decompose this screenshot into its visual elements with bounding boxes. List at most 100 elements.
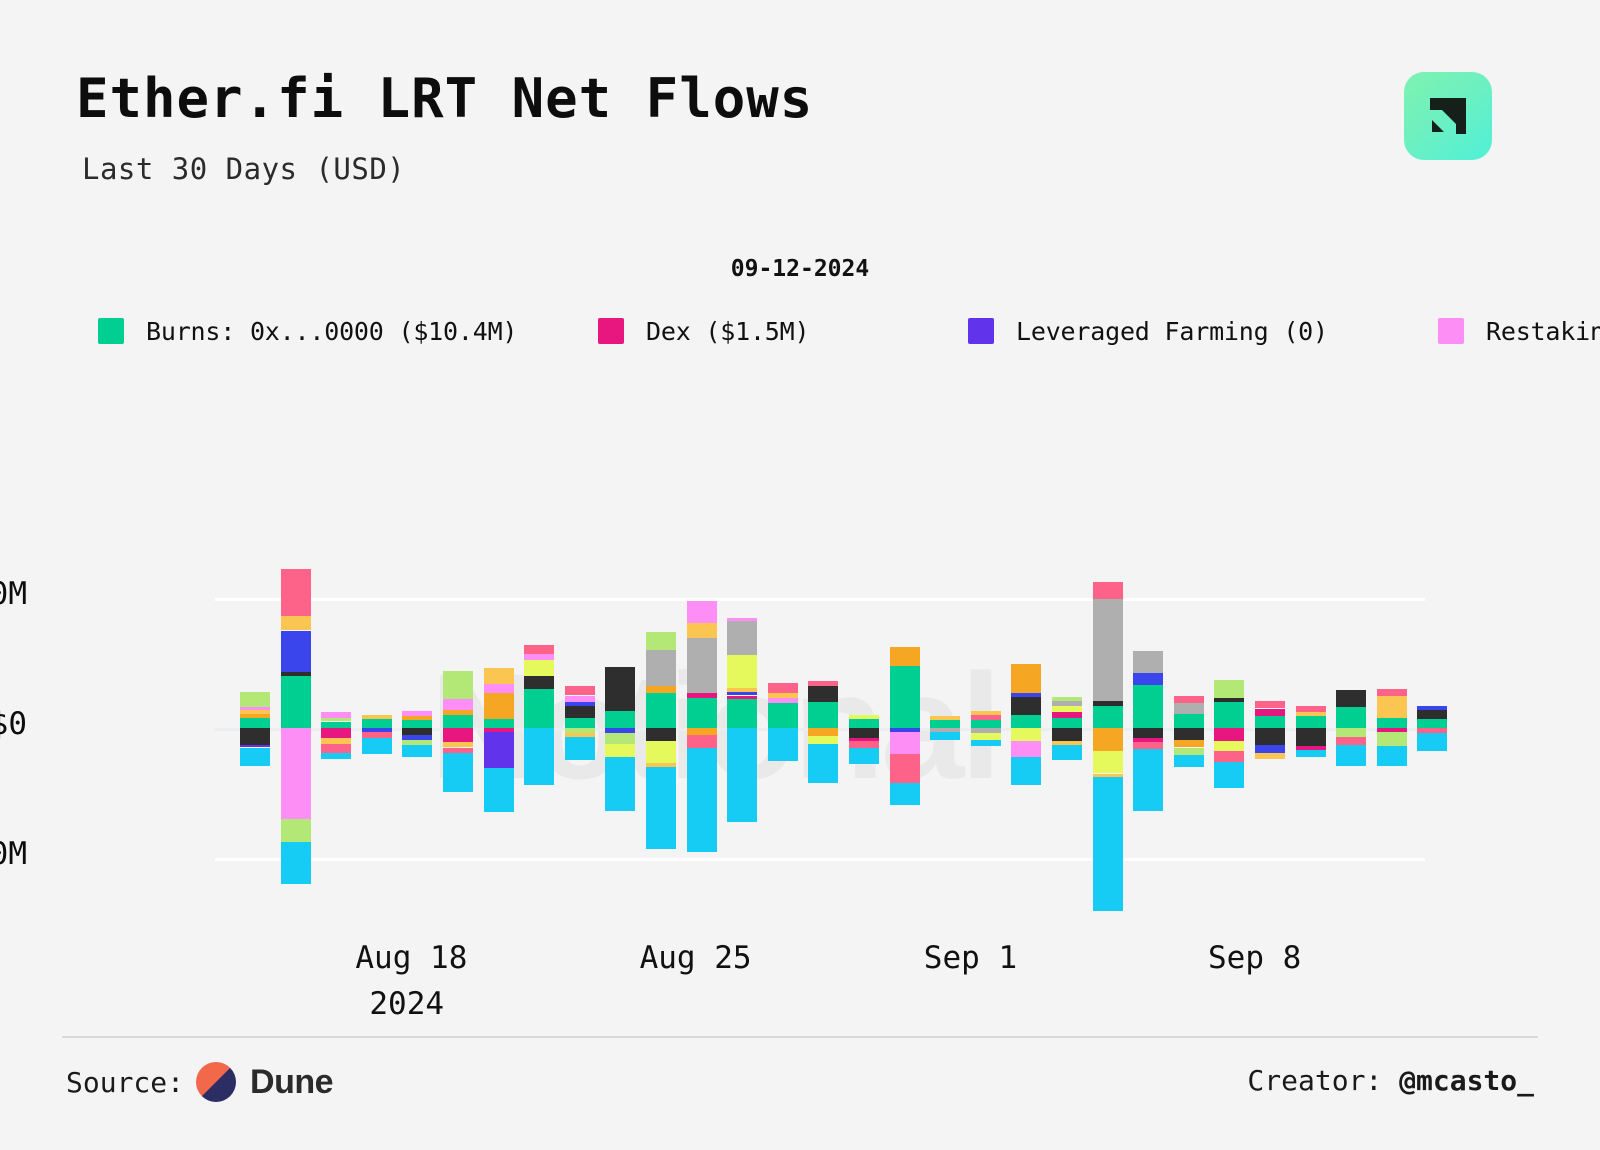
bar-segment-burns[interactable] — [1011, 715, 1042, 728]
bar-segment-unlabelled[interactable] — [402, 716, 433, 721]
bar-segment-withdrawal[interactable] — [1255, 700, 1285, 709]
bar-segment-unlabelled[interactable] — [889, 647, 920, 666]
bar-segment-restaking[interactable] — [1011, 741, 1042, 757]
bar-segment-farm[interactable] — [1173, 747, 1204, 756]
bar-segment-bridge[interactable] — [240, 709, 270, 714]
bar-segment-burns[interactable] — [970, 720, 1001, 728]
bar-column[interactable] — [240, 540, 270, 920]
bar-segment-unlabelled[interactable] — [808, 728, 839, 736]
bar-segment-unlabelled[interactable] — [483, 692, 514, 719]
bar-segment-eoas[interactable] — [1417, 709, 1448, 719]
bar-segment-restaking[interactable] — [564, 695, 595, 702]
bar-column[interactable] — [1214, 540, 1245, 920]
bar-segment-withdrawal[interactable] — [686, 734, 717, 748]
bar-segment-bridge[interactable] — [280, 616, 311, 631]
bar-segment-yield[interactable] — [605, 743, 636, 757]
bar-segment-restaking[interactable] — [280, 728, 311, 819]
bar-segment-withdrawal[interactable] — [1133, 742, 1164, 749]
bar-column[interactable] — [970, 540, 1001, 920]
bar-column[interactable] — [889, 540, 920, 920]
bar-segment-mints[interactable] — [402, 744, 433, 757]
bar-segment-yield[interactable] — [524, 660, 555, 676]
bar-segment-farm[interactable] — [646, 631, 676, 650]
bar-segment-mints[interactable] — [1295, 750, 1326, 757]
bar-segment-lending[interactable] — [727, 621, 758, 656]
bar-segment-yield[interactable] — [970, 733, 1001, 740]
bar-segment-restaking[interactable] — [402, 711, 433, 717]
bar-segment-eoas[interactable] — [280, 672, 311, 676]
bar-segment-yield_aggr[interactable] — [361, 728, 392, 732]
bar-segment-dex[interactable] — [1214, 728, 1245, 741]
bar-segment-mints[interactable] — [930, 731, 961, 740]
bar-segment-yield_aggr[interactable] — [1133, 673, 1164, 686]
bar-column[interactable] — [361, 540, 392, 920]
bar-segment-restaking[interactable] — [889, 731, 920, 754]
bar-segment-mints[interactable] — [686, 747, 717, 852]
bar-segment-eoas[interactable] — [524, 676, 555, 689]
bar-segment-mints[interactable] — [1092, 777, 1123, 912]
bar-segment-burns[interactable] — [808, 702, 839, 728]
bar-segment-burns[interactable] — [1052, 717, 1082, 728]
bar-column[interactable] — [402, 540, 433, 920]
bar-segment-restaking[interactable] — [767, 698, 798, 704]
bar-segment-mints[interactable] — [767, 728, 798, 761]
bar-segment-dex[interactable] — [443, 728, 473, 743]
bar-segment-burns[interactable] — [1255, 716, 1285, 728]
bar-segment-withdrawal[interactable] — [1376, 689, 1407, 696]
bar-column[interactable] — [808, 540, 839, 920]
bar-segment-bridge[interactable] — [646, 763, 676, 767]
bar-segment-yield_aggr[interactable] — [564, 702, 595, 706]
bar-segment-mints[interactable] — [1133, 748, 1164, 812]
bar-column[interactable] — [646, 540, 676, 920]
bar-segment-eoas[interactable] — [1011, 696, 1042, 715]
bar-segment-mints[interactable] — [1417, 733, 1448, 752]
bar-segment-burns[interactable] — [1295, 716, 1326, 728]
bar-segment-dex[interactable] — [686, 692, 717, 699]
bar-segment-mints[interactable] — [321, 752, 352, 760]
bar-segment-yield_aggr[interactable] — [889, 728, 920, 732]
bar-segment-burns[interactable] — [1336, 707, 1367, 728]
bar-segment-farm[interactable] — [564, 728, 595, 734]
bar-segment-burns[interactable] — [483, 718, 514, 728]
bar-segment-lending[interactable] — [686, 638, 717, 693]
bar-segment-yield[interactable] — [849, 715, 879, 719]
bar-segment-restaking[interactable] — [686, 600, 717, 623]
bar-segment-dex[interactable] — [727, 695, 758, 700]
bar-segment-mints[interactable] — [1376, 746, 1407, 766]
bar-segment-burns[interactable] — [1214, 702, 1245, 728]
bar-segment-withdrawal[interactable] — [1214, 751, 1245, 762]
bar-segment-burns[interactable] — [930, 720, 961, 728]
bar-column[interactable] — [930, 540, 961, 920]
bar-segment-yield[interactable] — [1214, 741, 1245, 752]
bar-segment-restaking[interactable] — [443, 699, 473, 710]
bar-segment-farm[interactable] — [1214, 679, 1245, 699]
bar-segment-dex[interactable] — [849, 738, 879, 741]
bar-segment-lending[interactable] — [970, 728, 1001, 734]
bar-segment-restaking[interactable] — [524, 653, 555, 661]
bar-segment-eoas[interactable] — [1214, 698, 1245, 702]
bar-segment-bridge[interactable] — [483, 668, 514, 684]
bar-segment-yield[interactable] — [727, 655, 758, 688]
bar-segment-farm[interactable] — [1336, 728, 1367, 738]
bar-segment-mints[interactable] — [1214, 761, 1245, 788]
bar-segment-mints[interactable] — [443, 752, 473, 792]
bar-column[interactable] — [321, 540, 352, 920]
bar-segment-withdrawal[interactable] — [524, 644, 555, 654]
bar-segment-burns[interactable] — [727, 699, 758, 728]
bar-segment-bridge[interactable] — [1052, 741, 1082, 745]
legend-item-restaking[interactable]: Restaking (-$1.1M) — [1438, 310, 1600, 352]
bar-segment-lev_farm[interactable] — [483, 731, 514, 769]
bar-segment-burns[interactable] — [240, 717, 270, 728]
bar-segment-unlabelled[interactable] — [1092, 728, 1123, 752]
bar-segment-bridge[interactable] — [1295, 712, 1326, 717]
bar-segment-unlabelled[interactable] — [443, 709, 473, 715]
bar-segment-yield[interactable] — [1092, 751, 1123, 774]
bar-segment-yield[interactable] — [1052, 705, 1082, 713]
bar-segment-eoas[interactable] — [605, 666, 636, 712]
bar-segment-withdrawal[interactable] — [1336, 737, 1367, 745]
bar-column[interactable] — [686, 540, 717, 920]
bar-segment-mints[interactable] — [1011, 756, 1042, 786]
bar-segment-mints[interactable] — [483, 768, 514, 813]
bar-column[interactable] — [564, 540, 595, 920]
bar-segment-mints[interactable] — [361, 738, 392, 754]
